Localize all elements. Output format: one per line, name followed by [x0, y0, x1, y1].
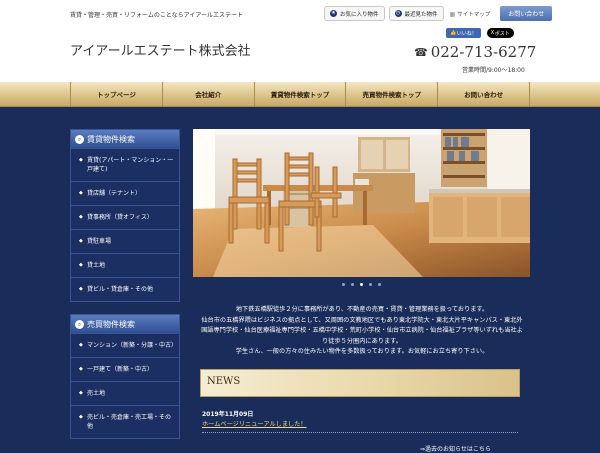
intro-line: 地下鉄五橋駅徒歩２分に事務所があり、不動産の売買・賃貸・管理業務を扱っております…: [235, 306, 489, 313]
sidebar-item-rent-other[interactable]: ◆ 貸ビル・貸倉庫・その他: [71, 277, 179, 301]
sidebar-item-label: 貸駐車場: [87, 238, 112, 245]
news-heading: NEWS: [200, 369, 520, 397]
news-title: NEWS: [207, 376, 241, 387]
nav-company[interactable]: 会社紹介: [161, 82, 254, 106]
contact-button[interactable]: お問い合わせ: [500, 6, 553, 21]
sidebar-item-rent-parking[interactable]: ◆ 貸駐車場: [71, 229, 179, 253]
recent-link[interactable]: ◷ 最近見た物件: [388, 6, 444, 21]
sidebar-item-label: 貸店舗（テナント）: [87, 190, 142, 197]
sale-search-title: 売買物件検索: [87, 319, 135, 329]
sidebar-item-label: 賃貸(アパート・マンション・一戸建て): [87, 157, 174, 173]
phone-icon: ☎: [414, 45, 428, 59]
sitemap-link[interactable]: ▦ サイトマップ: [450, 10, 491, 18]
clock-icon: ◷: [394, 10, 402, 17]
global-nav: トップページ 会社紹介 賃貸物件検索トップ 売買物件検索トップ お問い合わせ: [0, 82, 600, 107]
facebook-like-label: いいね！: [456, 30, 477, 37]
search-icon: ⌕: [75, 134, 84, 144]
site-tagline: 賃貸・管理・売買・リフォームのことならアイアールエステート: [70, 12, 243, 19]
slider-image[interactable]: [193, 129, 530, 277]
facebook-like-button[interactable]: 👍 いいね！: [446, 28, 481, 38]
recent-label: 最近見た物件: [404, 11, 438, 18]
bullet-icon: ◆: [79, 414, 83, 420]
sidebar-item-label: 売土地: [87, 390, 106, 397]
dining-room-photo: [193, 129, 530, 277]
bullet-icon: ◆: [79, 390, 83, 396]
sale-search-box: ⌕ 売買物件検索 ◆ マンション（新築・分譲・中古） ◆ 一戸建て（新築・中古） ◆ 売…: [70, 314, 180, 439]
rent-search-title: 賃貸物件検索: [87, 134, 135, 144]
sidebar-item-rent-residential[interactable]: ◆ 賃貸(アパート・マンション・一戸建て): [71, 148, 179, 181]
site-header: 賃貸・管理・売買・リフォームのことならアイアールエステート ★ お気に入り物件 …: [0, 0, 600, 82]
bullet-icon: ◆: [79, 214, 83, 220]
sidebar-item-rent-land[interactable]: ◆ 貸土地: [71, 253, 179, 277]
slider-dot-active[interactable]: [360, 283, 363, 286]
nav-top[interactable]: トップページ: [70, 82, 162, 106]
sidebar-item-label: 貸ビル・貸倉庫・その他: [87, 286, 154, 293]
nav-contact[interactable]: お問い合わせ: [437, 82, 530, 106]
top-links: ★ お気に入り物件 ◷ 最近見た物件 ▦ サイトマップ お問い合わせ: [324, 6, 553, 21]
bullet-icon: ◆: [79, 238, 83, 244]
bullet-icon: ◆: [79, 262, 83, 268]
slider-dots: [193, 283, 530, 286]
intro-line: 学生さん、一般の方々の住みたい物件を多数扱っております。お気軽にお立ち寄り下さい…: [235, 348, 489, 355]
slider-dot[interactable]: [351, 283, 354, 286]
intro-line: 仙台市の五橋界隈はビジネスの拠点として、又周囲の文教地区でもあり東北学院大・東北…: [201, 316, 523, 345]
star-icon: ★: [330, 10, 337, 17]
nav-sale-search[interactable]: 売買物件検索トップ: [345, 82, 437, 106]
sidebar-item-sale-mansion[interactable]: ◆ マンション（新築・分譲・中古）: [71, 333, 179, 357]
bullet-icon: ◆: [79, 366, 83, 372]
sidebar-item-label: マンション（新築・分譲・中古）: [87, 342, 178, 349]
x-post-button[interactable]: X ポスト: [486, 28, 514, 38]
bullet-icon: ◆: [79, 342, 83, 348]
sale-search-heading: ⌕ 売買物件検索: [71, 315, 179, 333]
sidebar-item-sale-other[interactable]: ◆ 売ビル・売倉庫・売工場・その他: [71, 405, 179, 438]
favorites-link[interactable]: ★ お気に入り物件: [324, 6, 385, 21]
bullet-icon: ◆: [79, 157, 83, 163]
news-archive-link[interactable]: ⇒過去のお知らせはこちら: [420, 444, 491, 453]
nav-rent-search[interactable]: 賃貸物件検索トップ: [253, 82, 346, 106]
social-buttons: 👍 いいね！ X ポスト: [446, 28, 514, 38]
sidebar-item-sale-land[interactable]: ◆ 売土地: [71, 381, 179, 405]
sidebar-item-label: 貸土地: [87, 262, 106, 269]
news-headline-link[interactable]: ホームページリニューアルしました！: [202, 419, 307, 428]
rent-search-heading: ⌕ 賃貸物件検索: [71, 130, 179, 148]
sidebar-item-label: 売ビル・売倉庫・売工場・その他: [87, 414, 172, 430]
news-date: 2019年11月09日: [202, 411, 254, 418]
x-post-label: ポスト: [494, 30, 510, 37]
bullet-icon: ◆: [79, 286, 83, 292]
business-hours: 営業時間/9:00～18:00: [462, 67, 525, 74]
sidebar-item-rent-store[interactable]: ◆ 貸店舗（テナント）: [71, 181, 179, 205]
search-icon: ⌕: [75, 319, 84, 329]
sitemap-icon: ▦: [449, 10, 456, 18]
sidebar-item-label: 貸事務所（貸オフィス）: [87, 214, 153, 221]
favorites-label: お気に入り物件: [340, 11, 379, 18]
sidebar-item-sale-house[interactable]: ◆ 一戸建て（新築・中古）: [71, 357, 179, 381]
slider-dot[interactable]: [378, 283, 381, 286]
phone-number[interactable]: ☎ 022-713-6277: [414, 43, 536, 61]
sidebar-item-rent-office[interactable]: ◆ 貸事務所（貸オフィス）: [71, 205, 179, 229]
intro-text: 地下鉄五橋駅徒歩２分に事務所があり、不動産の売買・賃貸・管理業務を扱っております…: [200, 305, 524, 358]
bullet-icon: ◆: [79, 190, 83, 196]
company-name[interactable]: アイアールエステート株式会社: [70, 40, 251, 59]
sidebar-item-label: 一戸建て（新築・中古）: [87, 366, 154, 373]
news-divider: [202, 432, 518, 433]
sitemap-label: サイトマップ: [457, 11, 491, 18]
rent-search-box: ⌕ 賃貸物件検索 ◆ 賃貸(アパート・マンション・一戸建て) ◆ 貸店舗（テナント） …: [70, 129, 180, 302]
thumbs-up-icon: 👍: [450, 30, 457, 36]
phone-text: 022-713-6277: [430, 43, 537, 61]
slider-dot[interactable]: [342, 283, 345, 286]
slider-dot[interactable]: [369, 283, 372, 286]
